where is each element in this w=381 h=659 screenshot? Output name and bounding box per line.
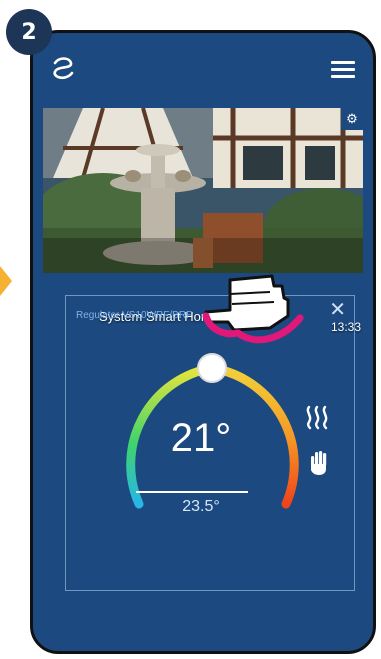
step-number-badge: 2 xyxy=(6,9,52,55)
dial-knob xyxy=(197,353,227,383)
close-button[interactable]: ✕ xyxy=(329,300,346,320)
camera-tile[interactable]: ⚙ xyxy=(43,108,363,273)
pointing-hand-icon xyxy=(202,274,304,344)
camera-snapshot xyxy=(43,108,363,273)
temperature-divider xyxy=(136,491,248,493)
hand-icon[interactable] xyxy=(308,450,330,476)
camera-settings-button[interactable]: ⚙ xyxy=(341,108,363,130)
app-header xyxy=(33,33,373,103)
heating-icon[interactable] xyxy=(304,404,330,430)
hamburger-menu-icon[interactable] xyxy=(331,61,355,78)
gear-icon: ⚙ xyxy=(346,111,358,126)
logo-icon xyxy=(53,57,74,80)
set-temperature: 21° xyxy=(170,416,232,460)
regulator-title: Regulator VS10WRF/BRF xyxy=(76,310,193,321)
current-temperature: 23.5° xyxy=(182,498,220,515)
arrow-indicator xyxy=(0,266,12,296)
